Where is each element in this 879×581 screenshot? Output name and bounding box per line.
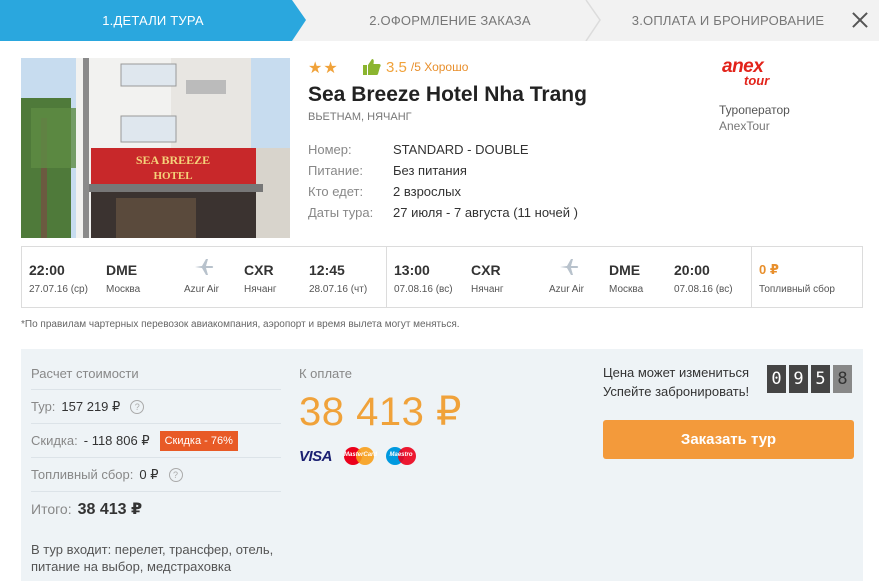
detail-label: Номер: xyxy=(308,142,352,157)
hotel-rating: 3.5 /5 Хорошо xyxy=(362,58,468,76)
detail-label: Питание: xyxy=(308,163,363,178)
calc-value: 157 219 ₽ xyxy=(61,398,121,414)
timer-digit: 8 xyxy=(833,365,852,393)
flight-dep-code: DME xyxy=(106,262,138,278)
flight-divider xyxy=(386,247,387,307)
plane-icon xyxy=(195,259,214,275)
flight-dep-city: Нячанг xyxy=(471,284,504,295)
operator-title: Туроператор xyxy=(719,103,790,117)
flight-airline: Azur Air xyxy=(549,284,585,295)
payment-amount: 38 413 ₽ xyxy=(299,390,462,434)
help-icon[interactable]: ? xyxy=(168,467,183,482)
mastercard-icon: MasterCard xyxy=(344,446,377,466)
help-icon[interactable]: ? xyxy=(130,399,145,414)
flight-arr-city: Нячанг xyxy=(244,284,277,295)
timer-line-1: Цена может измениться xyxy=(603,365,750,380)
timer-text: Цена может измениться Успейте заброниров… xyxy=(603,363,749,401)
flight-arr-city: Москва xyxy=(609,284,644,295)
detail-row-meals: Питание: Без питания xyxy=(308,160,578,181)
maestro-icon: Maestro xyxy=(386,446,417,466)
discount-badge: Скидка - 76% xyxy=(159,430,238,451)
detail-value: Без питания xyxy=(393,163,467,178)
tour-includes: В тур входит: перелет, трансфер, отель, … xyxy=(31,542,274,574)
timer-digit: 5 xyxy=(811,365,830,393)
visa-icon: VISA xyxy=(299,447,333,465)
hotel-sign-text-2: HOTEL xyxy=(153,170,192,182)
flight-dep-time: 13:00 xyxy=(394,262,430,278)
countdown-timer: 0 9 5 8 xyxy=(767,365,852,393)
detail-value: STANDARD - DOUBLE xyxy=(393,142,529,157)
calc-label: Итого: xyxy=(31,500,72,517)
calc-label: Скидка: xyxy=(31,433,78,448)
step-payment: 3.Оплата и бронирование xyxy=(631,13,825,28)
fuel-fee-value: 0 ₽ xyxy=(759,262,779,277)
calc-label: Тур: xyxy=(31,399,56,414)
charter-note: *По правилам чартерных перевозок авиаком… xyxy=(21,319,460,330)
flights-table: 22:00 27.07.16 (ср) DME Москва Azur Air … xyxy=(21,246,863,308)
flight-arr-code: DME xyxy=(609,262,641,278)
flight-arr-time: 12:45 xyxy=(309,262,345,278)
calc-total-value: 38 413 ₽ xyxy=(77,500,143,518)
hotel-sign-text: SEA BREEZE xyxy=(136,153,210,167)
calc-value: - 118 806 ₽ xyxy=(83,432,150,448)
timer-digit: 0 xyxy=(767,365,786,393)
timer-line-2: Успейте забронировать! xyxy=(603,384,750,399)
progress-steps: 1.Детали тура 2.Оформление заказа 3.Опла… xyxy=(0,0,879,41)
plane-icon xyxy=(560,259,579,275)
payment-title: К оплате xyxy=(299,366,353,381)
flight-divider xyxy=(751,247,752,307)
calc-row-tour: Тур: 157 219 ₽ ? xyxy=(31,389,281,423)
tour-details: Номер: STANDARD - DOUBLE Питание: Без пи… xyxy=(308,139,578,223)
flight-dep-date: 07.08.16 (вс) xyxy=(394,284,453,295)
payment-cards: VISA MasterCard Maestro xyxy=(299,446,417,466)
calc-row-total: Итого: 38 413 ₽ xyxy=(31,491,281,525)
detail-value: 2 взрослых xyxy=(393,184,461,199)
step-tour-details: 1.Детали тура xyxy=(0,0,306,41)
calc-row-fuel: Топливный сбор: 0 ₽ ? xyxy=(31,457,281,491)
hotel-photo: SEA BREEZE HOTEL xyxy=(21,58,290,238)
calc-row-discount: Скидка: - 118 806 ₽ Скидка - 76% xyxy=(31,423,281,457)
flight-arr-date: 07.08.16 (вс) xyxy=(674,284,733,295)
detail-row-room: Номер: STANDARD - DOUBLE xyxy=(308,139,578,160)
hotel-location: Вьетнам, Нячанг xyxy=(308,111,412,123)
operator-name: AnexTour xyxy=(719,119,770,133)
calc-label: Топливный сбор: xyxy=(31,467,134,482)
flight-arr-date: 28.07.16 (чт) xyxy=(309,284,368,295)
flight-dep-date: 27.07.16 (ср) xyxy=(29,284,88,295)
price-panel: Расчет стоимости Тур: 157 219 ₽ ? Скидка… xyxy=(21,349,863,581)
calc-value: 0 ₽ xyxy=(139,466,159,482)
book-tour-button[interactable]: Заказать тур xyxy=(603,420,854,459)
flight-dep-code: CXR xyxy=(471,262,501,278)
operator-logo: anex tour xyxy=(722,56,770,88)
detail-row-dates: Даты тура: 27 июля - 7 августа (11 ночей… xyxy=(308,202,578,223)
flight-dep-city: Москва xyxy=(106,284,141,295)
detail-row-travellers: Кто едет: 2 взрослых xyxy=(308,181,578,202)
hotel-stars: ★★ xyxy=(308,60,339,77)
calc-title: Расчет стоимости xyxy=(31,366,139,381)
hotel-name: Sea Breeze Hotel Nha Trang xyxy=(308,83,587,106)
rating-label: /5 Хорошо xyxy=(410,60,469,74)
detail-label: Даты тура: xyxy=(308,205,374,220)
close-icon[interactable] xyxy=(849,9,871,31)
flight-arr-time: 20:00 xyxy=(674,262,710,278)
flight-arr-code: CXR xyxy=(244,262,274,278)
flight-airline: Azur Air xyxy=(184,284,220,295)
fuel-fee-label: Топливный сбор xyxy=(759,284,835,295)
flight-dep-time: 22:00 xyxy=(29,262,65,278)
timer-digit: 9 xyxy=(789,365,808,393)
thumbs-up-icon xyxy=(363,59,381,75)
detail-value: 27 июля - 7 августа (11 ночей ) xyxy=(393,205,578,220)
step-order: 2.Оформление заказа xyxy=(369,13,531,28)
rating-value: 3.5 xyxy=(386,58,407,76)
detail-label: Кто едет: xyxy=(308,184,364,199)
